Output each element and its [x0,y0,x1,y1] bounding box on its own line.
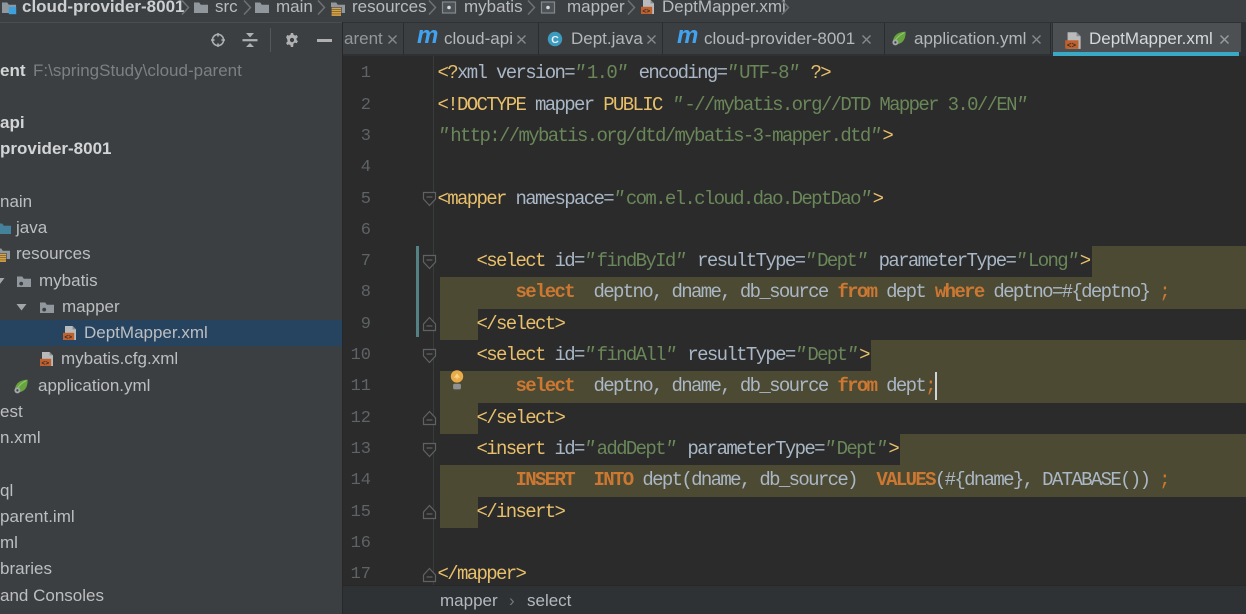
svg-text:<>: <> [64,334,72,341]
svg-text:<>: <> [41,360,49,367]
svg-text:<>: <> [1067,42,1077,50]
svg-text:C: C [551,34,559,46]
svg-text:<>: <> [642,8,650,15]
